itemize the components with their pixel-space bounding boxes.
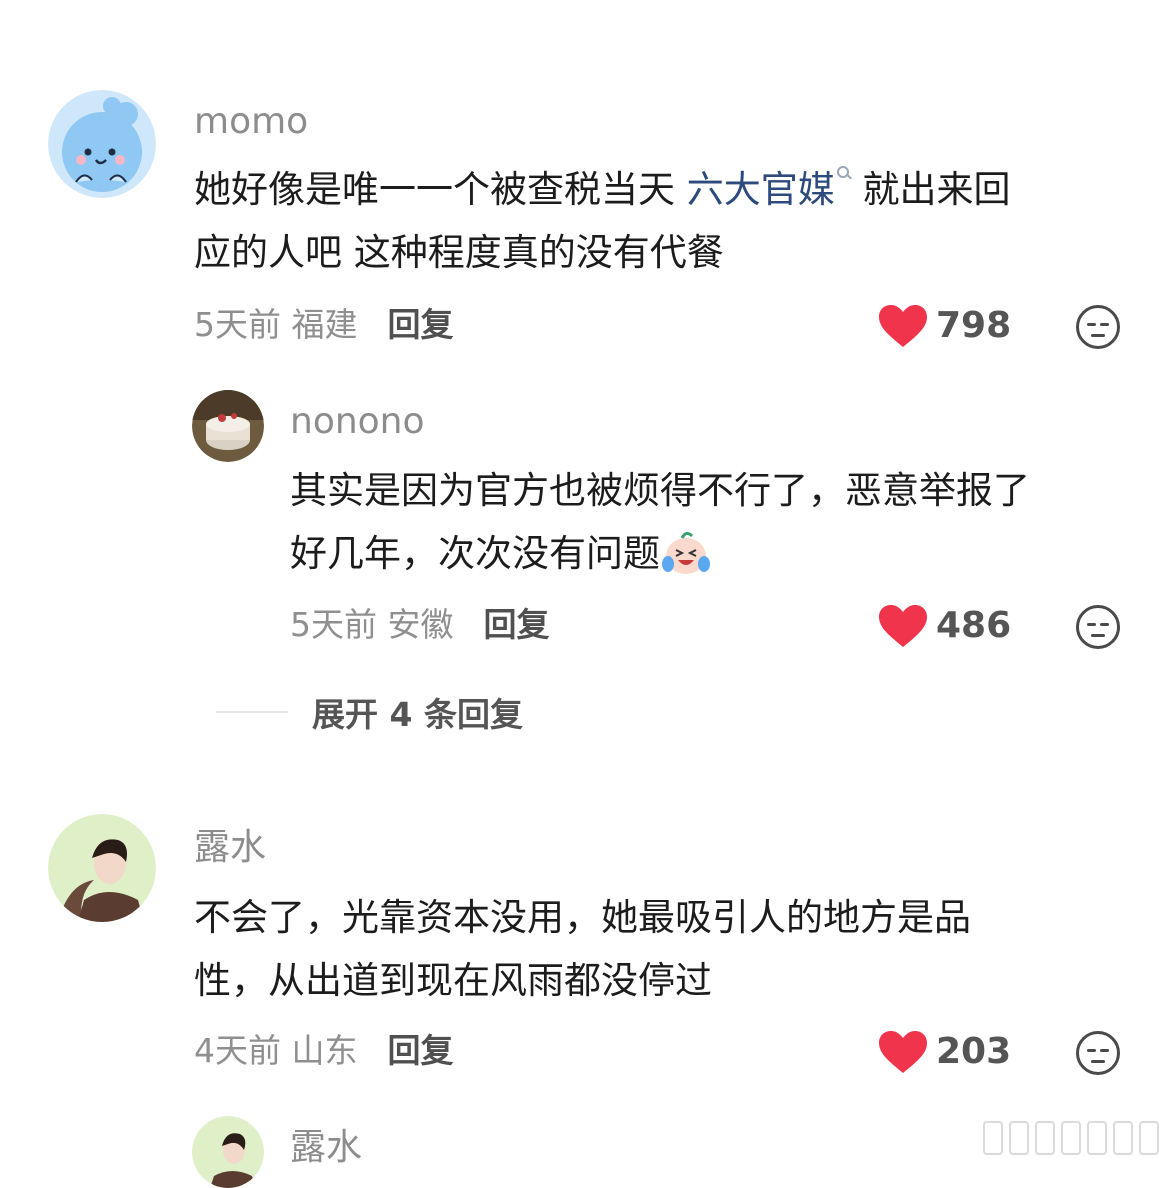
comment-time-location: 5天前 福建: [194, 305, 358, 344]
cake-photo-avatar-icon: [192, 390, 264, 462]
comment-username[interactable]: momo: [194, 104, 308, 140]
avatar[interactable]: [48, 814, 156, 922]
comment-text-part: 不会了，光靠资本没用，她最吸引人的地方是品: [194, 896, 971, 939]
divider: [216, 711, 288, 713]
dislike-face-icon[interactable]: [1076, 1031, 1120, 1075]
comment-text-part: 她好像是唯一一个被查税当天: [194, 168, 687, 211]
reply-button[interactable]: 回复: [484, 605, 550, 644]
comment-time-location: 4天前 山东: [194, 1031, 358, 1070]
dislike-face-icon[interactable]: [1076, 605, 1120, 649]
reply-text: 其实是因为官方也被烦得不行了，恶意举报了 好几年，次次没有问题: [290, 459, 1030, 585]
reply-username[interactable]: nonono: [290, 404, 425, 440]
avatar[interactable]: [192, 1116, 264, 1188]
search-icon: [836, 166, 851, 180]
heart-icon: [879, 605, 927, 647]
reply-button[interactable]: 回复: [388, 305, 454, 344]
dislike-face-icon[interactable]: [1076, 305, 1120, 349]
comment-meta: 5天前 福建 回复: [194, 308, 454, 341]
reply-meta: 5天前 安徽 回复: [290, 608, 550, 641]
watermark: [983, 1121, 1159, 1155]
expand-replies[interactable]: 展开 4 条回复: [216, 688, 523, 736]
comment-text: 她好像是唯一一个被查税当天 六大官媒 就出来回 应的人吧 这种程度真的没有代餐: [194, 158, 1011, 284]
expand-replies-label[interactable]: 展开 4 条回复: [312, 688, 523, 736]
like-button[interactable]: 486: [878, 604, 1011, 648]
comment-meta: 4天前 山东 回复: [194, 1034, 454, 1067]
avatar[interactable]: [48, 90, 156, 198]
heart-icon: [879, 1031, 927, 1073]
reply-button[interactable]: 回复: [388, 1031, 454, 1070]
search-link-label[interactable]: 六大官媒: [687, 168, 835, 211]
like-button[interactable]: 798: [878, 304, 1011, 348]
comment-text: 不会了，光靠资本没用，她最吸引人的地方是品 性，从出道到现在风雨都没停过: [194, 886, 971, 1012]
like-button[interactable]: 203: [878, 1030, 1011, 1074]
reply-username[interactable]: 露水: [290, 1130, 362, 1166]
crying-laughing-emoji-icon: [662, 531, 710, 574]
comment-text-part: 就出来回: [850, 168, 1011, 211]
woman-photo-avatar-icon: [192, 1116, 264, 1188]
comment-username[interactable]: 露水: [194, 830, 266, 866]
like-count: 798: [936, 305, 1012, 346]
like-count: 203: [936, 1031, 1012, 1072]
woman-photo-avatar-icon: [48, 814, 156, 922]
search-link[interactable]: 六大官媒: [687, 166, 851, 211]
comment-text-part: 应的人吧 这种程度真的没有代餐: [194, 231, 724, 274]
blue-cartoon-avatar-icon: [48, 90, 156, 198]
reply-text-part: 好几年，次次没有问题: [290, 532, 660, 575]
reply-time-location: 5天前 安徽: [290, 605, 454, 644]
like-count: 486: [936, 605, 1012, 646]
heart-icon: [879, 305, 927, 347]
avatar[interactable]: [192, 390, 264, 462]
comment-text-part: 性，从出道到现在风雨都没停过: [194, 959, 712, 1002]
reply-text-part: 其实是因为官方也被烦得不行了，恶意举报了: [290, 469, 1030, 512]
